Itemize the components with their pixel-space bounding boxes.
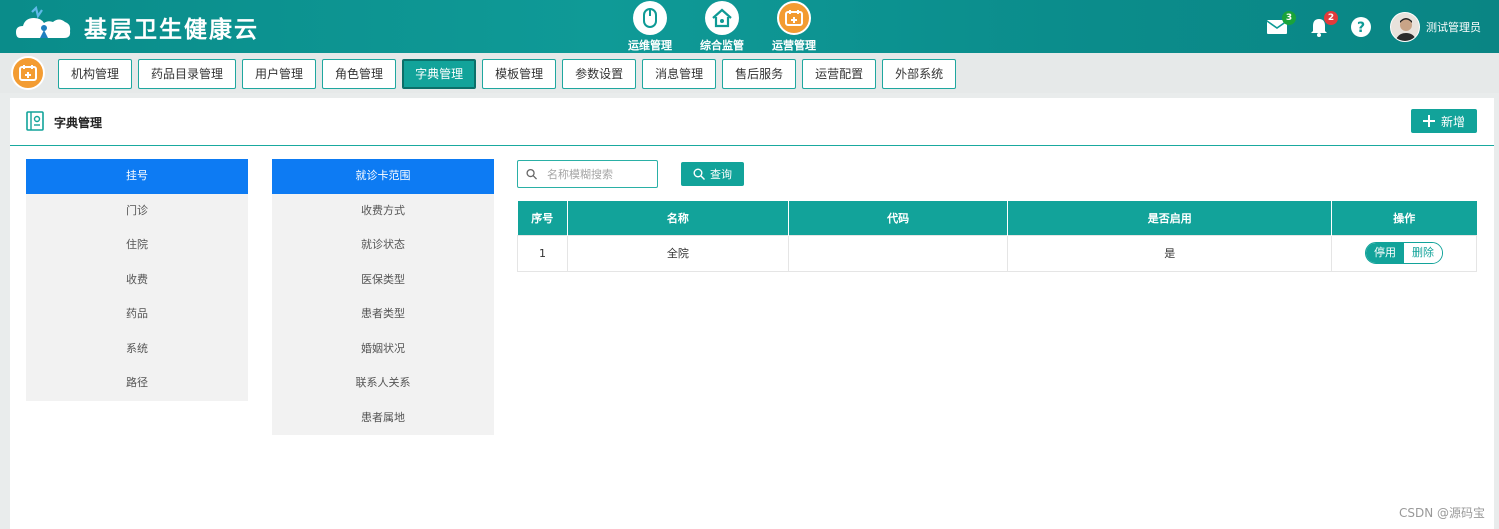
header-toolbar: 3 2 ? 测试管理员 <box>1264 0 1481 53</box>
col-header-index: 序号 <box>517 201 568 235</box>
tab-0[interactable]: 机构管理 <box>58 59 133 89</box>
category-item-5[interactable]: 系统 <box>26 332 248 367</box>
app-header: 基层卫生健康云 运维管理 综合监管 运营管理 3 2 ? 测试管理员 <box>0 0 1499 53</box>
search-icon <box>526 168 537 180</box>
disable-button[interactable]: 停用 <box>1366 243 1405 263</box>
category-item-6[interactable]: 路径 <box>26 366 248 401</box>
watermark: CSDN @源码宝 <box>1398 506 1485 520</box>
subcategory-item-2[interactable]: 就诊状态 <box>272 228 494 263</box>
page-title: 字典管理 <box>54 116 103 130</box>
col-header-name: 名称 <box>567 201 789 235</box>
row-action-group: 停用 删除 <box>1365 242 1444 264</box>
calendar-icon <box>777 1 811 35</box>
delete-button[interactable]: 删除 <box>1404 243 1443 263</box>
house-icon <box>705 1 739 35</box>
cell-enabled: 是 <box>1007 234 1333 272</box>
cloud-logo-icon <box>16 6 71 38</box>
panel-header: 字典管理 新增 <box>10 98 1494 146</box>
top-nav-operations-label: 运营管理 <box>772 39 816 52</box>
cell-code <box>787 234 1009 272</box>
tab-4[interactable]: 字典管理 <box>402 59 477 89</box>
tab-10[interactable]: 外部系统 <box>882 59 957 89</box>
mail-badge: 3 <box>1282 10 1296 25</box>
plus-icon <box>1422 115 1435 127</box>
subcategory-item-6[interactable]: 联系人关系 <box>272 366 494 401</box>
mail-button[interactable]: 3 <box>1264 10 1296 40</box>
subcategory-item-1[interactable]: 收费方式 <box>272 194 494 229</box>
notification-button[interactable]: 2 <box>1306 10 1338 40</box>
username[interactable]: 测试管理员 <box>1426 19 1481 35</box>
search-input[interactable] <box>547 167 657 181</box>
top-nav-operations[interactable]: 运营管理 <box>764 0 824 53</box>
module-tabs: 机构管理 药品目录管理 用户管理 角色管理 字典管理 模板管理 参数设置 消息管理 售后服务 运营… <box>58 59 957 89</box>
category-item-4[interactable]: 药品 <box>26 297 248 332</box>
col-header-enabled: 是否启用 <box>1007 201 1333 235</box>
query-button[interactable]: 查询 <box>681 162 744 186</box>
query-button-label: 查询 <box>710 168 732 181</box>
tab-6[interactable]: 参数设置 <box>562 59 637 89</box>
col-header-code: 代码 <box>788 201 1009 235</box>
mouse-icon <box>633 1 667 35</box>
home-calendar-icon[interactable] <box>11 56 45 90</box>
module-tabbar: 机构管理 药品目录管理 用户管理 角色管理 字典管理 模板管理 参数设置 消息管理 售后服务 运营… <box>0 53 1499 93</box>
cell-actions: 停用 删除 <box>1331 234 1477 272</box>
table-header-row: 序号 名称 代码 是否启用 操作 <box>517 201 1477 235</box>
category-item-3[interactable]: 收费 <box>26 263 248 298</box>
category-item-1[interactable]: 门诊 <box>26 194 248 229</box>
tab-1[interactable]: 药品目录管理 <box>138 59 237 89</box>
dictionary-book-icon <box>26 111 44 131</box>
svg-text:?: ? <box>1357 20 1365 36</box>
subcategory-list: 就诊卡范围 收费方式 就诊状态 医保类型 患者类型 婚姻状况 联系人关系 患者属地 <box>272 159 494 435</box>
app-brand-title: 基层卫生健康云 <box>84 17 259 43</box>
top-nav-ops[interactable]: 运维管理 <box>620 0 680 53</box>
subcategory-item-3[interactable]: 医保类型 <box>272 263 494 298</box>
add-button-label: 新增 <box>1440 114 1465 129</box>
subcategory-item-5[interactable]: 婚姻状况 <box>272 332 494 367</box>
subcategory-item-7[interactable]: 患者属地 <box>272 401 494 436</box>
tab-2[interactable]: 用户管理 <box>242 59 317 89</box>
dictionary-panel: 字典管理 新增 挂号 门诊 住院 收费 药品 系统 路径 就诊卡范围 收费方式 就诊状态 医保类型… <box>10 98 1494 529</box>
dictionary-table: 序号 名称 代码 是否启用 操作 1 全院 是 停用 删除 <box>517 201 1477 272</box>
tab-5[interactable]: 模板管理 <box>482 59 557 89</box>
col-header-actions: 操作 <box>1331 201 1477 235</box>
cell-index: 1 <box>517 234 568 272</box>
category-item-2[interactable]: 住院 <box>26 228 248 263</box>
help-button[interactable]: ? <box>1348 14 1374 40</box>
cell-name: 全院 <box>566 234 789 272</box>
help-icon: ? <box>1351 16 1371 37</box>
category-list: 挂号 门诊 住院 收费 药品 系统 路径 <box>26 159 248 401</box>
tab-9[interactable]: 运营配置 <box>802 59 877 89</box>
tab-8[interactable]: 售后服务 <box>722 59 797 89</box>
search-icon <box>693 168 705 180</box>
category-item-0[interactable]: 挂号 <box>26 159 248 194</box>
avatar[interactable] <box>1390 11 1420 42</box>
top-nav-ops-label: 运维管理 <box>628 39 672 52</box>
search-box[interactable] <box>517 160 658 188</box>
tab-7[interactable]: 消息管理 <box>642 59 717 89</box>
table-row[interactable]: 1 全院 是 停用 删除 <box>517 234 1477 272</box>
tab-3[interactable]: 角色管理 <box>322 59 397 89</box>
subcategory-item-4[interactable]: 患者类型 <box>272 297 494 332</box>
subcategory-item-0[interactable]: 就诊卡范围 <box>272 159 494 194</box>
top-nav-supervision[interactable]: 综合监管 <box>692 0 752 53</box>
notification-badge: 2 <box>1324 10 1338 25</box>
top-nav-supervision-label: 综合监管 <box>700 39 744 52</box>
add-button[interactable]: 新增 <box>1411 109 1477 133</box>
top-nav: 运维管理 综合监管 运营管理 <box>620 0 824 53</box>
